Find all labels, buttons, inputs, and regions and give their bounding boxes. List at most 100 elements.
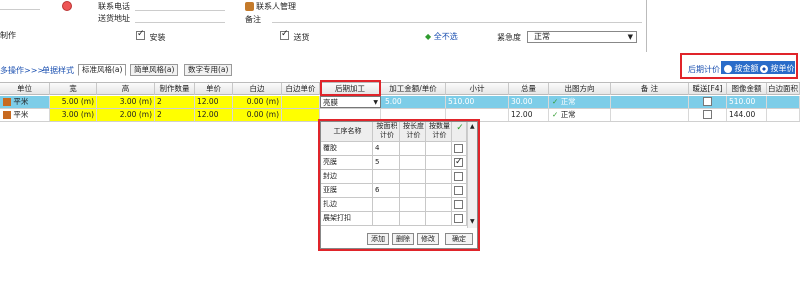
cell-post-process[interactable]: 亮膜 ▼ [320, 96, 381, 108]
cell-direction-text: 正常 [560, 110, 576, 119]
cell-unit-text: 平米 [13, 97, 29, 106]
cell-process-amount[interactable]: 5.00 [381, 96, 446, 108]
cell-total[interactable]: 30.00 [509, 96, 549, 108]
check-deliver-box[interactable] [280, 29, 289, 40]
cell-direction[interactable]: ✓ 正常 [549, 109, 611, 121]
pricing-option-amount[interactable]: 按金额 [724, 63, 759, 74]
col-border-price[interactable]: 白边单价 [282, 83, 320, 95]
phone-field[interactable] [135, 1, 225, 11]
warm-checkbox[interactable] [703, 97, 712, 106]
check-deliver-label: 送货 [293, 33, 310, 42]
col-note[interactable]: 备 注 [611, 83, 689, 95]
check-icon: ✓ [552, 110, 559, 119]
cell-border-price[interactable] [282, 109, 320, 121]
cell-direction-text: 正常 [560, 97, 576, 106]
multi-ops-link[interactable]: 多操作>>> [0, 65, 44, 76]
post-process-header-highlight [320, 80, 381, 96]
cell-border[interactable]: 0.00 (m) [233, 109, 282, 121]
cell-warm[interactable] [689, 109, 727, 121]
col-qty[interactable]: 制作数量 [155, 83, 195, 95]
col-subtotal[interactable]: 小计 [446, 83, 509, 95]
cell-image-amount[interactable]: 144.00 [727, 109, 767, 121]
check-make[interactable]: 制作 [0, 30, 16, 41]
select-none-button[interactable]: ◆ 全不选 [425, 31, 458, 42]
col-border[interactable]: 白边 [233, 83, 282, 95]
col-price[interactable]: 单价 [195, 83, 233, 95]
check-install-box[interactable] [136, 29, 145, 40]
check-make-label: 制作 [0, 31, 16, 40]
chevron-down-icon: ▼ [627, 33, 633, 41]
cell-unit[interactable]: 平米 [0, 109, 50, 121]
remark-label: 备注 [245, 15, 261, 24]
cell-image-amount[interactable]: 510.00 [727, 96, 767, 108]
check-icon: ✓ [552, 97, 559, 106]
cell-unit-text: 平米 [13, 110, 29, 119]
tab-digital[interactable]: 数字专用(a) [184, 64, 233, 76]
pricing-unit-label: 按单价 [770, 64, 795, 73]
popup-highlight [318, 119, 480, 251]
pricing-amount-label: 按金额 [734, 64, 759, 73]
radio-icon [724, 64, 732, 73]
pricing-label: 后期计价 [688, 65, 720, 74]
contacts-icon [245, 2, 254, 11]
col-unit[interactable]: 单位 [0, 83, 50, 95]
dropdown-arrow-icon[interactable]: ▼ [373, 97, 378, 107]
check-install-label: 安装 [149, 33, 166, 42]
urgency-label: 紧急度 [497, 33, 521, 42]
col-warm[interactable]: 暖送[F4] [689, 83, 727, 95]
contact-mgmt-link[interactable]: 联系人管理 [256, 1, 296, 12]
order-form-top: 联系电话 送货地址 联系人管理 备注 制作 安装 送货 ◆ 全不选 紧急度 正常… [0, 0, 800, 56]
col-total[interactable]: 总量 [509, 83, 549, 95]
table-row[interactable]: 平米 5.00 (m) 3.00 (m) 2 12.00 0.00 (m) 亮膜… [0, 96, 800, 109]
col-image-amount[interactable]: 图像金额 [727, 83, 767, 95]
col-height[interactable]: 高 [97, 83, 155, 95]
cell-price[interactable]: 12.00 [195, 109, 233, 121]
check-deliver[interactable]: 送货 [280, 29, 310, 43]
address-label: 送货地址 [98, 14, 130, 23]
row-icon [3, 111, 11, 119]
phone-label: 联系电话 [98, 2, 130, 11]
cell-border-area[interactable] [767, 96, 800, 108]
cell-width[interactable]: 5.00 (m) [50, 96, 97, 108]
col-direction[interactable]: 出图方向 [549, 83, 611, 95]
cell-note[interactable] [611, 109, 689, 121]
cell-total[interactable]: 12.00 [509, 109, 549, 121]
col-process-amount[interactable]: 加工金额/单价 [381, 83, 446, 95]
cell-border[interactable]: 0.00 (m) [233, 96, 282, 108]
check-install[interactable]: 安装 [136, 29, 166, 43]
cell-border-area[interactable] [767, 109, 800, 121]
urgency-value: 正常 [534, 32, 550, 41]
cell-qty[interactable]: 2 [155, 109, 195, 121]
divider [646, 0, 647, 52]
table-header: 单位 宽 高 制作数量 单价 白边 白边单价 后期加工 加工金额/单价 小计 总… [0, 82, 800, 95]
cell-post-text: 亮膜 [323, 98, 338, 107]
customer-field[interactable] [0, 0, 40, 10]
pricing-option-unit[interactable]: 按单价 [760, 63, 795, 74]
col-border-area[interactable]: 白边面积 [767, 83, 800, 95]
urgency-select[interactable]: 正常 ▼ [527, 31, 637, 43]
cell-subtotal[interactable]: 510.00 [446, 96, 509, 108]
cell-unit[interactable]: 平米 [0, 96, 50, 108]
warm-checkbox[interactable] [703, 110, 712, 119]
cell-direction[interactable]: ✓ 正常 [549, 96, 611, 108]
cell-price[interactable]: 12.00 [195, 96, 233, 108]
select-none-label: 全不选 [433, 32, 458, 41]
tab-standard[interactable]: 标准风格(a) [78, 64, 127, 76]
cell-warm[interactable] [689, 96, 727, 108]
tab-simple[interactable]: 简单风格(a) [130, 64, 179, 76]
cell-note[interactable] [611, 96, 689, 108]
qq-icon[interactable] [62, 1, 72, 11]
cell-height[interactable]: 3.00 (m) [97, 96, 155, 108]
cell-height[interactable]: 2.00 (m) [97, 109, 155, 121]
row-icon [3, 98, 11, 106]
cell-width[interactable]: 3.00 (m) [50, 109, 97, 121]
toolbar: 多操作>>> 单据样式 标准风格(a) 简单风格(a) 数字专用(a) 后期计价… [0, 53, 800, 79]
remark-field[interactable] [272, 13, 642, 23]
address-field[interactable] [135, 13, 225, 23]
pricing-options: 按金额 按单价 [721, 61, 795, 74]
style-label: 单据样式 [42, 66, 74, 75]
radio-selected-icon [760, 64, 768, 73]
cell-border-price[interactable] [282, 96, 320, 108]
cell-qty[interactable]: 2 [155, 96, 195, 108]
col-width[interactable]: 宽 [50, 83, 97, 95]
